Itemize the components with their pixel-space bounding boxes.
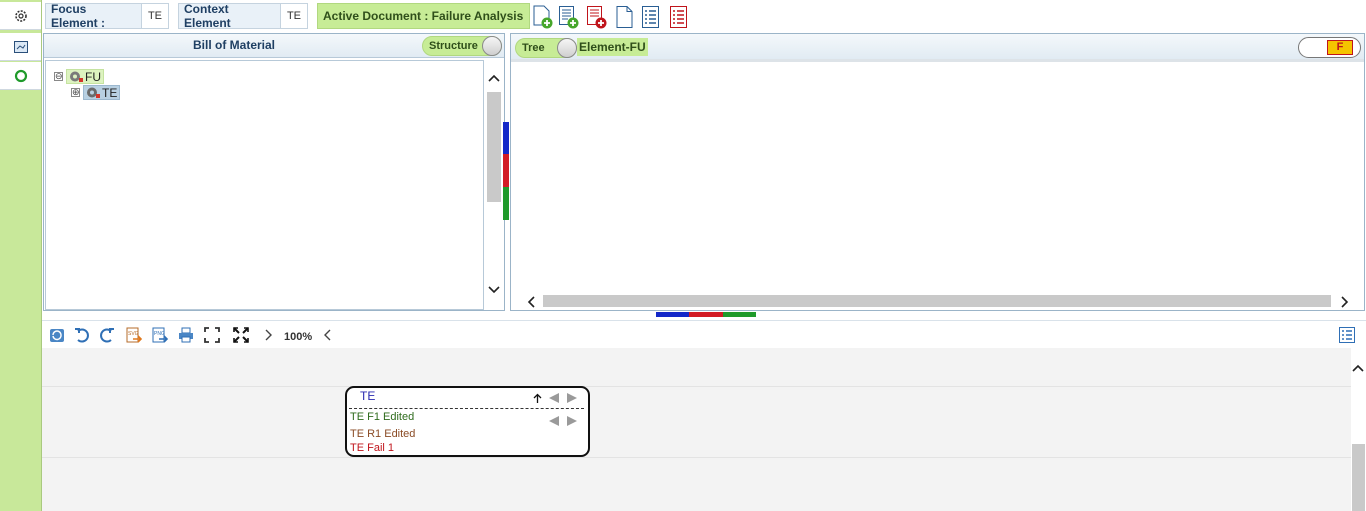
refresh-icon: [14, 69, 27, 82]
splitter-blue-h: [656, 312, 690, 317]
f-badge: F: [1327, 40, 1353, 55]
card-title: TE: [360, 389, 376, 403]
bom-header: Bill of Material Structure: [44, 34, 504, 58]
list-document-icon[interactable]: [640, 5, 662, 29]
context-element-value: TE: [279, 4, 307, 28]
tree-node-te[interactable]: ⊕ TE: [71, 85, 121, 100]
component-icon: [70, 71, 83, 82]
card-row-requirement: TE R1 Edited: [350, 428, 416, 440]
redo-icon[interactable]: [98, 326, 116, 344]
element-hscrollbar[interactable]: [511, 292, 1364, 310]
context-element-label: Context Element: [184, 2, 231, 30]
bill-of-material-panel: Bill of Material Structure ⊖ FU ⊕ TE: [43, 33, 505, 311]
focus-element-label: Focus Element :: [51, 2, 106, 30]
element-hscroll-thumb[interactable]: [543, 295, 1331, 307]
chevron-down-icon[interactable]: [488, 286, 500, 294]
swimlane-divider: [42, 457, 1351, 458]
bom-tree: ⊖ FU ⊕ TE: [45, 60, 484, 310]
diagram-toolbar: SVG PNG 100%: [42, 320, 1366, 348]
triangle-left-icon[interactable]: [548, 415, 560, 427]
tree-node-te-body: TE: [83, 85, 121, 100]
focus-element-value: TE: [140, 4, 168, 28]
chevron-right-icon[interactable]: [1341, 296, 1349, 308]
chevron-right-icon[interactable]: [260, 326, 278, 344]
splitter-blue: [503, 122, 509, 154]
collapse-icon[interactable]: ⊖: [54, 72, 63, 81]
active-document-chip[interactable]: Active Document : Failure Analysis: [317, 3, 531, 29]
card-row-failure: TE Fail 1: [350, 442, 395, 454]
refresh-icon[interactable]: [48, 326, 66, 344]
blank-document-icon[interactable]: [614, 5, 636, 29]
gear-icon: [14, 9, 27, 22]
bom-scroll-thumb[interactable]: [487, 92, 501, 202]
refresh-button[interactable]: [0, 62, 41, 90]
chevron-up-icon[interactable]: [1352, 364, 1364, 372]
card-row-function: TE F1 Edited: [350, 411, 415, 423]
tree-toggle[interactable]: Tree: [515, 38, 577, 58]
undo-icon[interactable]: [73, 326, 91, 344]
zoom-level: 100%: [284, 331, 313, 343]
diagram-canvas[interactable]: TE TE F1 Edited TE R1 Edited TE Fail 1: [42, 348, 1351, 511]
f-toggle[interactable]: F: [1298, 37, 1361, 58]
red-list-document-icon[interactable]: [668, 5, 690, 29]
triangle-right-icon[interactable]: [566, 392, 578, 404]
element-panel: Tree Element-FU F: [510, 33, 1365, 311]
expand-icon[interactable]: [232, 326, 250, 344]
svg-text:SVG: SVG: [128, 331, 139, 337]
tree-node-te-label: TE: [102, 85, 118, 100]
list-view-icon[interactable]: [1338, 326, 1356, 344]
card-divider: [349, 408, 584, 409]
vertical-splitter[interactable]: [503, 122, 509, 220]
triangle-right-icon[interactable]: [566, 415, 578, 427]
element-card[interactable]: TE TE F1 Edited TE R1 Edited TE Fail 1: [345, 386, 590, 457]
tree-toggle-label: Tree: [522, 42, 545, 54]
swimlane-divider: [42, 386, 1351, 387]
delete-list-icon[interactable]: [586, 5, 608, 29]
arrow-up-icon[interactable]: [533, 393, 542, 404]
structure-toggle-label: Structure: [429, 40, 478, 52]
context-element-chip[interactable]: Context Element TE: [178, 2, 308, 30]
panel-icon: [13, 40, 28, 53]
splitter-red-h: [689, 312, 723, 317]
add-document-icon[interactable]: [532, 5, 554, 29]
tree-toggle-knob: [557, 38, 577, 58]
panel-button[interactable]: [0, 33, 41, 61]
triangle-left-icon[interactable]: [548, 392, 560, 404]
tree-node-fu-body: FU: [66, 69, 104, 84]
splitter-green: [503, 187, 509, 220]
bom-title: Bill of Material: [192, 38, 275, 52]
add-list-icon[interactable]: [558, 5, 580, 29]
chevron-left-icon[interactable]: [319, 326, 337, 344]
horizontal-splitter[interactable]: [656, 312, 756, 317]
focus-element-chip[interactable]: Focus Element : TE: [45, 2, 169, 30]
export-svg-icon[interactable]: SVG: [125, 326, 143, 344]
canvas-scrollbar[interactable]: [1351, 348, 1366, 511]
canvas-scroll-thumb[interactable]: [1352, 444, 1365, 511]
fit-screen-icon[interactable]: [203, 326, 221, 344]
splitter-green-h: [722, 312, 756, 317]
left-rail: [0, 0, 42, 511]
top-toolbar: Focus Element : TE Context Element TE Ac…: [42, 0, 1366, 33]
svg-text:PNG: PNG: [154, 331, 165, 337]
structure-toggle[interactable]: Structure: [422, 36, 502, 56]
chevron-left-icon[interactable]: [527, 296, 535, 308]
print-icon[interactable]: [177, 326, 195, 344]
tree-node-fu-label: FU: [85, 69, 101, 84]
structure-toggle-knob: [482, 36, 502, 56]
active-document-label: Active Document : Failure Analysis: [323, 9, 524, 23]
element-label: Element-FU: [577, 38, 648, 56]
splitter-red: [503, 154, 509, 187]
chevron-up-icon[interactable]: [488, 74, 500, 82]
tree-node-fu[interactable]: ⊖ FU: [54, 69, 104, 84]
expand-icon[interactable]: ⊕: [71, 88, 80, 97]
export-png-icon[interactable]: PNG: [151, 326, 169, 344]
settings-button[interactable]: [0, 2, 41, 30]
bom-scrollbar[interactable]: [485, 60, 503, 310]
component-icon: [87, 87, 100, 98]
element-panel-header: Tree Element-FU F: [511, 34, 1364, 62]
